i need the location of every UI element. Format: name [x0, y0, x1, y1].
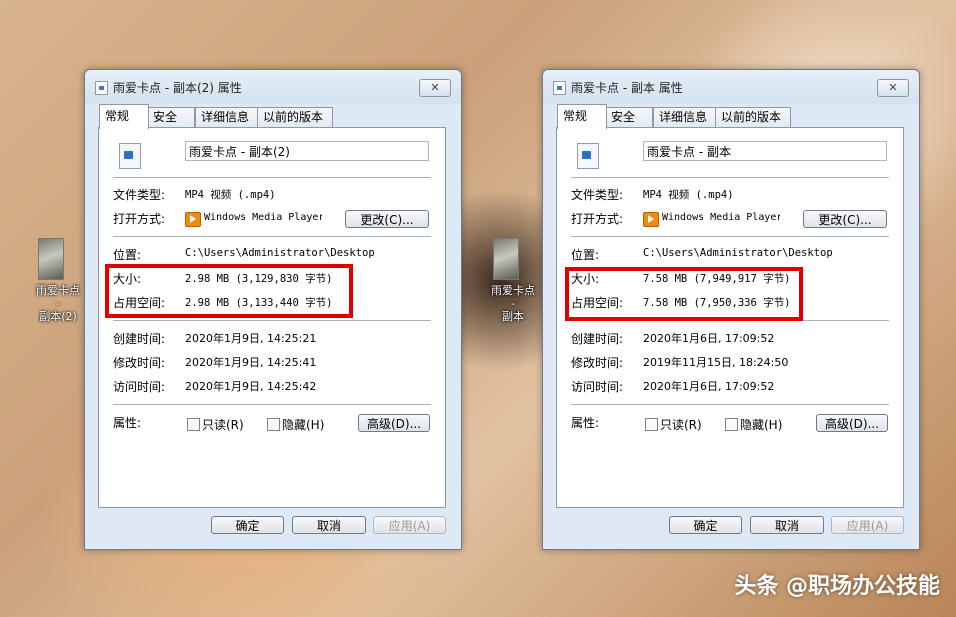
desktop-icon-label: 雨爱卡点 - 副本(2): [36, 284, 80, 323]
location-value: C:\Users\Administrator\Desktop: [185, 247, 375, 259]
tab-security[interactable]: 安全: [147, 107, 195, 127]
open-with-label: 打开方式:: [571, 212, 624, 226]
change-button[interactable]: 更改(C)...: [803, 210, 887, 228]
readonly-label: 只读(R): [202, 418, 244, 432]
accessed-label: 访问时间:: [113, 380, 166, 394]
advanced-button[interactable]: 高级(D)...: [358, 414, 430, 432]
file-properties-icon: [95, 81, 108, 95]
close-button[interactable]: ✕: [877, 79, 909, 97]
divider: [571, 404, 889, 405]
desktop-file-icon-copy[interactable]: 雨爱卡点 - 副本: [474, 238, 538, 323]
accessed-label: 访问时间:: [571, 380, 624, 394]
accessed-value: 2020年1月6日, 17:09:52: [643, 380, 775, 393]
modified-value: 2019年11月15日, 18:24:50: [643, 356, 789, 369]
media-file-icon: [119, 143, 141, 169]
ok-button[interactable]: 确定: [669, 516, 742, 534]
tab-details[interactable]: 详细信息: [653, 107, 717, 127]
created-value: 2020年1月6日, 17:09:52: [643, 332, 775, 345]
desktop-file-icon-copy2[interactable]: 雨爱卡点 - 副本(2): [19, 238, 83, 323]
change-button[interactable]: 更改(C)...: [345, 210, 429, 228]
tab-general[interactable]: 常规: [557, 104, 607, 129]
attributes-label: 属性:: [113, 416, 142, 430]
readonly-checkbox[interactable]: [645, 418, 658, 431]
file-name-field[interactable]: 雨爱卡点 - 副本: [643, 141, 887, 161]
advanced-button[interactable]: 高级(D)...: [816, 414, 888, 432]
hidden-label: 隐藏(H): [740, 418, 783, 432]
divider: [571, 177, 889, 178]
file-type-label: 文件类型:: [571, 188, 624, 202]
location-label: 位置:: [571, 248, 600, 262]
close-button[interactable]: ✕: [419, 79, 451, 97]
media-file-icon: [577, 143, 599, 169]
divider: [113, 320, 431, 321]
readonly-label: 只读(R): [660, 418, 702, 432]
file-name-field[interactable]: 雨爱卡点 - 副本(2): [185, 141, 429, 161]
tab-previous-versions[interactable]: 以前的版本: [715, 107, 791, 127]
modified-value: 2020年1月9日, 14:25:41: [185, 356, 317, 369]
accessed-value: 2020年1月9日, 14:25:42: [185, 380, 317, 393]
divider: [571, 236, 889, 237]
tab-security[interactable]: 安全: [605, 107, 653, 127]
created-label: 创建时间:: [571, 332, 624, 346]
properties-window-copy2: 雨爱卡点 - 副本(2) 属性 ✕ 常规 安全 详细信息 以前的版本 雨爱卡点 …: [84, 69, 462, 550]
modified-label: 修改时间:: [571, 356, 624, 370]
created-label: 创建时间:: [113, 332, 166, 346]
hidden-label: 隐藏(H): [282, 418, 325, 432]
file-type-value: MP4 视频 (.mp4): [185, 189, 276, 201]
divider: [113, 404, 431, 405]
title-bar[interactable]: 雨爱卡点 - 副本 属性 ✕: [543, 70, 919, 104]
readonly-checkbox[interactable]: [187, 418, 200, 431]
open-with-label: 打开方式:: [113, 212, 166, 226]
window-title: 雨爱卡点 - 副本(2) 属性: [113, 81, 242, 95]
ok-button[interactable]: 确定: [211, 516, 284, 534]
file-properties-icon: [553, 81, 566, 95]
properties-window-copy: 雨爱卡点 - 副本 属性 ✕ 常规 安全 详细信息 以前的版本 雨爱卡点 - 副…: [542, 69, 920, 550]
title-bar[interactable]: 雨爱卡点 - 副本(2) 属性 ✕: [85, 70, 461, 104]
highlight-size-box: [105, 264, 353, 318]
watermark-text: 头条 @职场办公技能: [734, 574, 940, 599]
hidden-checkbox[interactable]: [725, 418, 738, 431]
apply-button[interactable]: 应用(A): [831, 516, 904, 534]
divider: [113, 177, 431, 178]
tab-general[interactable]: 常规: [99, 104, 149, 129]
location-label: 位置:: [113, 248, 142, 262]
media-player-icon: [643, 212, 659, 227]
desktop-icon-label: 雨爱卡点 - 副本: [491, 284, 535, 323]
highlight-size-box: [565, 267, 803, 321]
window-title: 雨爱卡点 - 副本 属性: [571, 81, 683, 95]
tab-previous-versions[interactable]: 以前的版本: [257, 107, 333, 127]
created-value: 2020年1月9日, 14:25:21: [185, 332, 317, 345]
video-thumbnail-icon: [38, 238, 64, 280]
open-with-app: Windows Media Player: [204, 212, 322, 223]
open-with-app: Windows Media Player: [662, 212, 780, 223]
divider: [113, 236, 431, 237]
cancel-button[interactable]: 取消: [292, 516, 366, 534]
tab-details[interactable]: 详细信息: [195, 107, 259, 127]
cancel-button[interactable]: 取消: [750, 516, 824, 534]
modified-label: 修改时间:: [113, 356, 166, 370]
file-type-value: MP4 视频 (.mp4): [643, 189, 734, 201]
hidden-checkbox[interactable]: [267, 418, 280, 431]
attributes-label: 属性:: [571, 416, 600, 430]
file-type-label: 文件类型:: [113, 188, 166, 202]
media-player-icon: [185, 212, 201, 227]
apply-button[interactable]: 应用(A): [373, 516, 446, 534]
video-thumbnail-icon: [493, 238, 519, 280]
location-value: C:\Users\Administrator\Desktop: [643, 247, 833, 259]
